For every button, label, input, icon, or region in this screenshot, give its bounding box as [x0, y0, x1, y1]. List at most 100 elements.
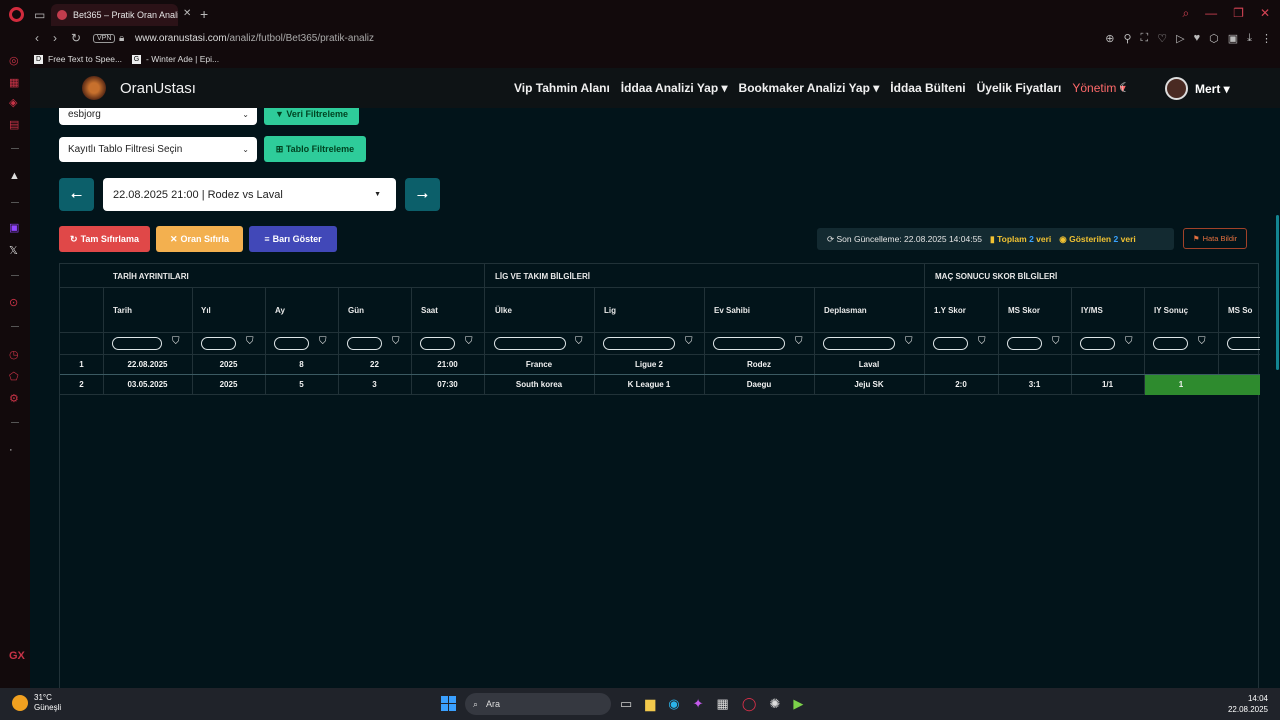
browser-tab[interactable]: Bet365 – Pratik Oran Anali	[51, 4, 178, 26]
filter-input[interactable]	[201, 337, 236, 350]
x-twitter-icon[interactable]: 𝕏	[9, 244, 18, 257]
filter-icon[interactable]: ⛉	[575, 336, 583, 347]
tab-close-icon[interactable]: ✕	[183, 8, 191, 19]
data-filter-button[interactable]: ▼ Veri Filtreleme	[264, 108, 359, 125]
reload-icon[interactable]: ↻	[71, 31, 81, 45]
match-select[interactable]: 22.08.2025 21:00 | Rodez vs Laval ▼	[103, 178, 396, 211]
calendar-icon[interactable]: ▦	[9, 76, 19, 89]
store-icon[interactable]: ▦	[717, 696, 729, 712]
col-ulke[interactable]: Ülke	[495, 306, 512, 315]
nav-iddaa-analiz[interactable]: İddaa Analizi Yap ▾	[621, 81, 728, 95]
player-icon[interactable]: ▷	[1176, 32, 1184, 45]
download-icon[interactable]: ⤓	[1247, 32, 1252, 45]
lock-icon[interactable]: 🔒︎	[119, 33, 124, 44]
filter-icon[interactable]: ⛉	[905, 336, 913, 347]
filter-icon[interactable]: ⛉	[978, 336, 986, 347]
messenger-icon[interactable]: ◈	[9, 96, 17, 109]
table-filter-select[interactable]: Kayıtlı Tablo Filtresi Seçin ⌄	[59, 137, 257, 162]
workspace-icon[interactable]: ▭	[34, 8, 45, 22]
search-tabs-icon[interactable]: ⌕	[1182, 6, 1189, 21]
filter-icon[interactable]: ⛉	[685, 336, 693, 347]
filter-icon[interactable]: ⛉	[1052, 336, 1060, 347]
chatgpt-icon[interactable]: ✺	[769, 696, 780, 712]
twitch-icon[interactable]: ▣	[9, 221, 19, 234]
back-icon[interactable]: ‹	[35, 31, 39, 45]
taskbar-search[interactable]: ⌕ Ara	[465, 693, 611, 715]
aria-ai-icon[interactable]: ▲	[9, 170, 20, 182]
report-error-button[interactable]: ⚑ Hata Bildir	[1183, 228, 1247, 249]
filter-input[interactable]	[823, 337, 895, 350]
nav-vip[interactable]: Vip Tahmin Alanı	[514, 81, 610, 95]
filter-icon[interactable]: ⛉	[319, 336, 327, 347]
brand-logo-icon[interactable]	[82, 76, 106, 100]
prev-match-button[interactable]: ⭠	[59, 178, 94, 211]
forward-icon[interactable]: ›	[53, 31, 57, 45]
filter-icon[interactable]: ⛉	[795, 336, 803, 347]
filter-input[interactable]	[494, 337, 566, 350]
filter-input[interactable]	[1007, 337, 1042, 350]
media-player-icon[interactable]: ▶	[793, 696, 803, 712]
weather-widget[interactable]: 31°C Güneşli	[12, 693, 61, 713]
filter-icon[interactable]: ⛉	[246, 336, 254, 347]
minimize-icon[interactable]: —	[1205, 6, 1217, 21]
pinboard-icon[interactable]: ⬠	[9, 370, 19, 383]
opera-logo-icon[interactable]	[9, 7, 24, 22]
more-icon[interactable]: ·	[9, 444, 13, 456]
wallet-icon[interactable]: ▣	[1228, 32, 1238, 45]
edge-icon[interactable]: ◉	[668, 696, 679, 712]
favorite-icon[interactable]: ♥	[1194, 32, 1201, 45]
filter-input[interactable]	[1153, 337, 1188, 350]
filter-input[interactable]	[112, 337, 162, 350]
player-sidebar-icon[interactable]: ⊙	[9, 296, 18, 309]
show-bar-button[interactable]: ≡ Barı Göster	[249, 226, 337, 252]
zoom-icon[interactable]: ⊕	[1105, 32, 1114, 45]
dark-mode-icon[interactable]: ☾	[1119, 80, 1131, 96]
col-iy-skor[interactable]: 1.Y Skor	[934, 306, 966, 315]
pin-icon[interactable]: ⚲	[1123, 32, 1131, 45]
filter-icon[interactable]: ⛉	[1125, 336, 1133, 347]
col-ev-sahibi[interactable]: Ev Sahibi	[714, 306, 750, 315]
filter-input[interactable]	[347, 337, 382, 350]
mail-icon[interactable]: ▤	[9, 118, 19, 131]
next-match-button[interactable]: ⭢	[405, 178, 440, 211]
user-menu[interactable]: Mert ▾	[1195, 82, 1230, 96]
brand-name[interactable]: OranUstası	[120, 80, 196, 97]
reset-odds-button[interactable]: ✕ Oran Sıfırla	[156, 226, 243, 252]
col-iy-sonuc[interactable]: IY Sonuç	[1154, 306, 1188, 315]
maximize-icon[interactable]: ❐	[1233, 6, 1244, 21]
nav-iddaa-bulteni[interactable]: İddaa Bülteni	[890, 81, 965, 95]
col-tarih[interactable]: Tarih	[113, 306, 132, 315]
filter-icon[interactable]: ⛉	[465, 336, 473, 347]
page-scrollbar[interactable]	[1276, 215, 1279, 370]
extensions-icon[interactable]: ⬡	[1209, 32, 1219, 45]
col-saat[interactable]: Saat	[421, 306, 438, 315]
settings-icon[interactable]: ⚙	[9, 392, 19, 405]
filter-icon[interactable]: ⛉	[172, 336, 180, 347]
filter-input[interactable]	[713, 337, 785, 350]
avatar[interactable]	[1165, 77, 1188, 100]
filter-input[interactable]	[1227, 337, 1260, 350]
vpn-badge[interactable]: VPN	[93, 34, 116, 43]
windows-start-icon[interactable]	[441, 696, 456, 711]
url-field[interactable]: www.oranustasi.com/analiz/futbol/Bet365/…	[135, 33, 374, 44]
col-lig[interactable]: Lig	[604, 306, 616, 315]
col-gun[interactable]: Gün	[348, 306, 364, 315]
aria-icon[interactable]: ◎	[9, 54, 19, 67]
task-view-icon[interactable]: ▭	[620, 696, 632, 712]
filter-input[interactable]	[1080, 337, 1115, 350]
filter-input[interactable]	[603, 337, 675, 350]
bookmark-item[interactable]: D Free Text to Spee...	[34, 54, 122, 64]
filter-input[interactable]	[420, 337, 455, 350]
snapshot-icon[interactable]: ⛶	[1141, 32, 1149, 45]
filter-input[interactable]	[933, 337, 968, 350]
reset-all-button[interactable]: ↻ Tam Sıfırlama	[59, 226, 150, 252]
filter-icon[interactable]: ⛉	[392, 336, 400, 347]
filter-icon[interactable]: ⛉	[1198, 336, 1206, 347]
new-tab-icon[interactable]: +	[200, 6, 208, 22]
col-deplasman[interactable]: Deplasman	[824, 306, 867, 315]
heart-outline-icon[interactable]: ♡	[1157, 32, 1167, 45]
nav-bookmaker-analiz[interactable]: Bookmaker Analizi Yap ▾	[739, 81, 880, 95]
gx-icon[interactable]: GX	[9, 650, 25, 662]
table-filter-button[interactable]: ⊞ Tablo Filtreleme	[264, 136, 366, 162]
filter-input[interactable]	[274, 337, 309, 350]
